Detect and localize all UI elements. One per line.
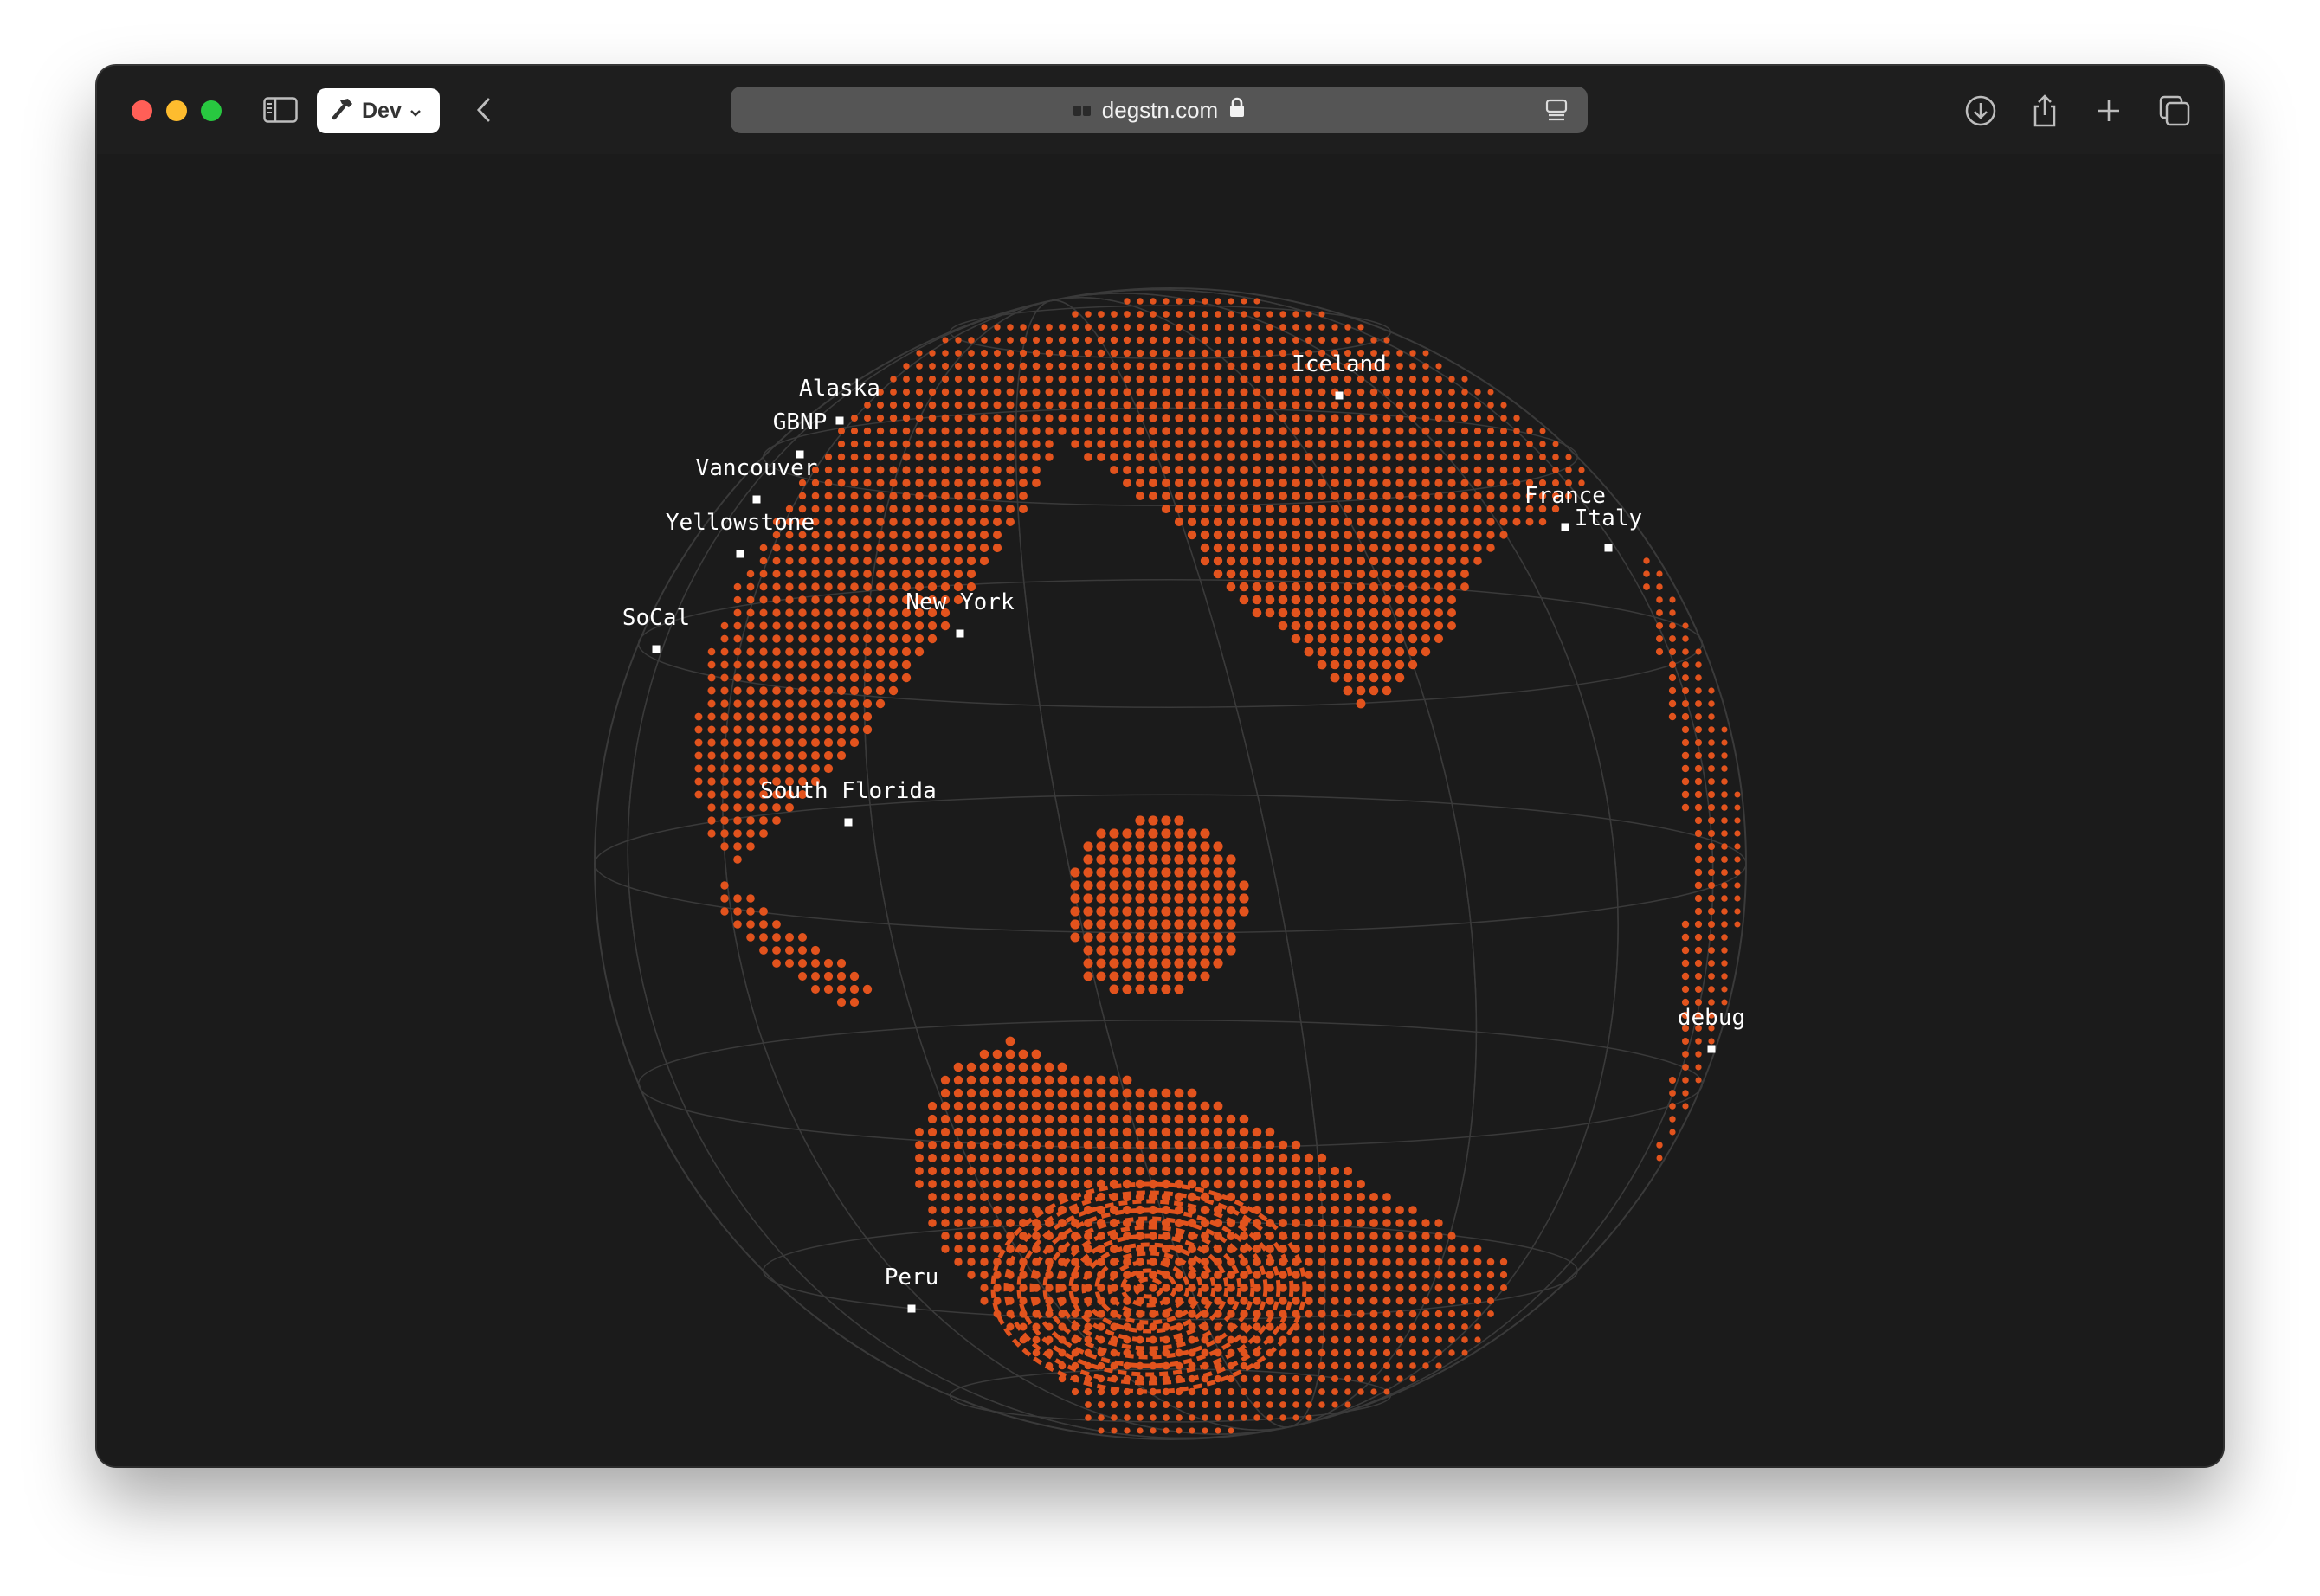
url-text: degstn.com — [1101, 96, 1219, 123]
location-label-peru[interactable]: Peru — [885, 1265, 939, 1290]
address-bar[interactable]: degstn.com — [731, 87, 1588, 133]
dotted-globe[interactable] — [97, 154, 2223, 1466]
hammer-icon — [329, 95, 355, 127]
lock-icon — [1228, 97, 1246, 124]
tab-overview-icon[interactable] — [2157, 93, 2192, 128]
location-marker-italy[interactable] — [1604, 544, 1613, 552]
location-label-iceland[interactable]: Iceland — [1292, 351, 1387, 377]
location-marker-south-florida[interactable] — [844, 818, 853, 827]
back-button[interactable] — [471, 95, 497, 125]
minimize-window-button[interactable] — [166, 100, 187, 121]
location-marker-socal[interactable] — [652, 645, 661, 653]
globe-grid — [594, 287, 1747, 1440]
dev-menu-button[interactable]: Dev — [317, 88, 440, 133]
location-marker-yellowstone[interactable] — [736, 550, 744, 558]
browser-window: Dev degstn.com Alaska GBNP Vancouver Yel… — [97, 66, 2223, 1466]
location-label-vancouver[interactable]: Vancouver — [696, 455, 818, 481]
location-label-gbnp[interactable]: GBNP — [773, 409, 828, 435]
share-icon[interactable] — [2027, 93, 2062, 128]
location-marker-alaska[interactable] — [835, 416, 844, 425]
location-label-italy[interactable]: Italy — [1575, 505, 1642, 531]
location-label-yellowstone[interactable]: Yellowstone — [666, 510, 815, 536]
page-content: Alaska GBNP Vancouver Yellowstone SoCal … — [97, 154, 2223, 1466]
location-marker-debug[interactable] — [1707, 1045, 1716, 1053]
location-marker-new-york[interactable] — [956, 629, 964, 638]
location-label-new-york[interactable]: New York — [905, 589, 1014, 615]
downloads-icon[interactable] — [1963, 93, 1998, 128]
location-marker-peru[interactable] — [907, 1304, 916, 1313]
location-marker-iceland[interactable] — [1335, 391, 1344, 400]
location-marker-vancouver[interactable] — [752, 495, 761, 504]
reader-mode-icon[interactable] — [1544, 99, 1569, 127]
new-tab-icon[interactable] — [2091, 93, 2126, 128]
location-label-socal[interactable]: SoCal — [622, 605, 690, 631]
dev-menu-label: Dev — [362, 98, 402, 123]
close-window-button[interactable] — [132, 100, 152, 121]
chevron-left-icon — [476, 98, 490, 122]
location-label-debug[interactable]: debug — [1678, 1005, 1745, 1031]
sidebar-toggle-icon[interactable] — [263, 97, 298, 123]
site-favicon-icon — [1073, 97, 1092, 124]
chevron-down-icon — [409, 99, 422, 124]
location-label-alaska[interactable]: Alaska — [799, 376, 880, 402]
location-label-south-florida[interactable]: South Florida — [760, 778, 937, 804]
maximize-window-button[interactable] — [201, 100, 222, 121]
toolbar: Dev degstn.com — [97, 66, 2223, 154]
location-marker-france[interactable] — [1561, 523, 1569, 531]
